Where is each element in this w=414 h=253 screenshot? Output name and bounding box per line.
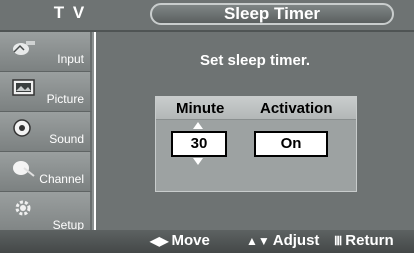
activation-value-field[interactable]: On [254,131,328,157]
sidebar-item-sound[interactable]: Sound [0,112,92,152]
sidebar-item-label: Picture [46,92,84,106]
sidebar-item-label: Input [57,52,84,66]
minute-column-header: Minute [176,100,225,117]
move-arrows-icon: ◀▶ [150,234,169,248]
return-hint-label: Return [345,232,394,249]
activation-column-header: Activation [260,100,333,117]
tv-label: T V [53,3,87,22]
sidebar: Input Picture Sound Channel Setup [0,32,94,238]
main-panel: Set sleep timer. Minute Activation 30 On [96,32,414,230]
title-pill: Sleep Timer [150,3,394,25]
adjust-hint: ▲▼ Adjust [246,232,319,249]
sidebar-item-label: Sound [49,132,84,146]
sidebar-item-channel[interactable]: Channel [0,152,92,192]
sidebar-item-input[interactable]: Input [0,32,92,72]
move-hint: ◀▶ Move [150,232,210,249]
sleep-timer-dialog: Minute Activation 30 On [155,96,357,192]
minute-value-field[interactable]: 30 [171,131,227,157]
page-title: Sleep Timer [223,4,321,23]
minute-decrease-arrow-icon[interactable] [193,158,203,165]
return-icon: Ⅲ [334,234,343,248]
setup-icon [15,200,31,216]
sidebar-item-picture[interactable]: Picture [0,72,92,112]
dialog-header: Minute Activation [156,97,356,120]
adjust-hint-label: Adjust [272,232,320,249]
picture-icon [12,79,35,96]
move-hint-label: Move [171,232,210,249]
tv-osd-screen: T V Sleep Timer Input Picture Sound Chan… [0,0,414,253]
sound-icon [13,119,31,137]
minute-increase-arrow-icon[interactable] [193,122,203,129]
sidebar-item-label: Channel [39,172,84,186]
channel-icon [13,161,35,177]
prompt-text: Set sleep timer. [199,52,311,69]
bottom-hint-bar: ◀▶ Move ▲▼ Adjust Ⅲ Return [0,230,414,253]
input-icon [13,41,35,55]
top-bar: T V Sleep Timer [0,0,414,32]
adjust-arrows-icon: ▲▼ [246,234,270,248]
return-hint: Ⅲ Return [334,232,394,249]
